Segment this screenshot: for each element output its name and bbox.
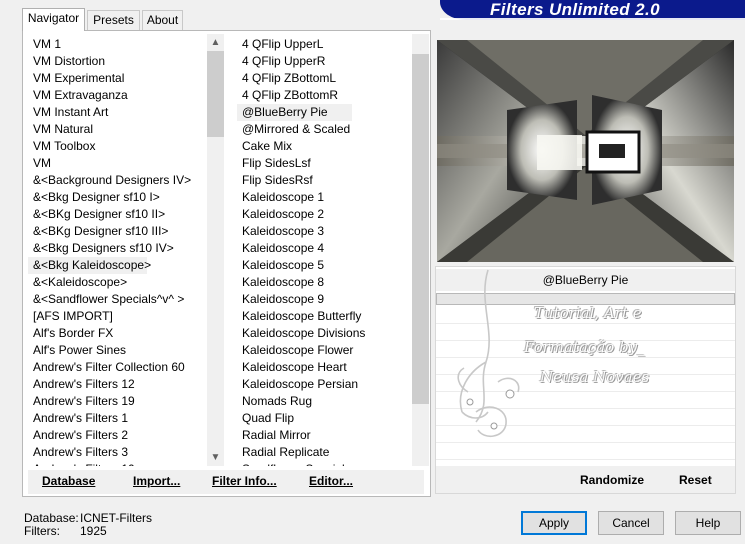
list-item[interactable]: VM Toolbox <box>28 138 207 155</box>
list-item[interactable]: &<Bkg Designer sf10 I> <box>28 189 207 206</box>
list-item[interactable]: Andrew's Filters 10 <box>28 461 207 466</box>
parameter-row <box>436 324 735 341</box>
list-item[interactable]: Kaleidoscope 9 <box>237 291 412 308</box>
list-item[interactable]: Radial Replicate <box>237 444 412 461</box>
editor-button[interactable]: Editor... <box>309 474 353 488</box>
app-title: Filters Unlimited 2.0 <box>490 0 660 19</box>
list-item[interactable]: Kaleidoscope 2 <box>237 206 412 223</box>
list-item[interactable]: Sandflower Specials <box>237 461 412 466</box>
parameter-row <box>436 358 735 375</box>
parameter-slider[interactable] <box>436 293 735 305</box>
list-item[interactable]: VM Instant Art <box>28 104 207 121</box>
list-item[interactable]: &<Kaleidoscope> <box>28 274 207 291</box>
list-item[interactable]: Radial Mirror <box>237 427 412 444</box>
list-item[interactable]: @Mirrored & Scaled <box>237 121 412 138</box>
list-item[interactable]: Alf's Power Sines <box>28 342 207 359</box>
selected-filter-name: @BlueBerry Pie <box>436 269 735 291</box>
list-item[interactable]: &<BKg Designer sf10 II> <box>28 206 207 223</box>
filters-label: Filters: <box>24 524 60 538</box>
database-button[interactable]: Database <box>42 474 95 488</box>
list-item[interactable]: &<BKg Designer sf10 III> <box>28 223 207 240</box>
scroll-up-icon[interactable]: ▲ <box>207 34 224 51</box>
list-item[interactable]: Kaleidoscope Heart <box>237 359 412 376</box>
cancel-button[interactable]: Cancel <box>598 511 664 535</box>
filters-count: 1925 <box>80 524 107 538</box>
tab-navigator[interactable]: Navigator <box>22 8 85 31</box>
list-item[interactable]: Kaleidoscope 8 <box>237 274 412 291</box>
parameter-row <box>436 443 735 460</box>
database-label: Database: <box>24 511 79 525</box>
list-item[interactable]: Andrew's Filter Collection 60 <box>28 359 207 376</box>
parameter-panel: @BlueBerry Pie Randomize Reset <box>435 266 736 494</box>
list-item[interactable]: 4 QFlip UpperL <box>237 36 412 53</box>
filter-preview <box>437 40 734 262</box>
filter-info-button[interactable]: Filter Info... <box>212 474 277 488</box>
parameter-row <box>436 426 735 443</box>
list-item[interactable]: [AFS IMPORT] <box>28 308 207 325</box>
randomize-button[interactable]: Randomize <box>580 473 644 487</box>
apply-button[interactable]: Apply <box>521 511 587 535</box>
list-item[interactable]: Flip SidesLsf <box>237 155 412 172</box>
list-item[interactable]: Alf's Border FX <box>28 325 207 342</box>
list-item[interactable]: Kaleidoscope Divisions <box>237 325 412 342</box>
parameter-row <box>436 341 735 358</box>
parameter-row <box>436 409 735 426</box>
navigator-button-bar: Database Import... Filter Info... Editor… <box>28 470 424 494</box>
list-item[interactable]: Kaleidoscope Flower <box>237 342 412 359</box>
list-item[interactable]: &<Bkg Kaleidoscope> <box>28 257 151 274</box>
parameter-row <box>436 307 735 324</box>
list-item[interactable]: 4 QFlip ZBottomR <box>237 87 412 104</box>
list-item[interactable]: Andrew's Filters 19 <box>28 393 207 410</box>
preview-image <box>437 40 734 262</box>
parameter-row <box>436 392 735 409</box>
tab-presets[interactable]: Presets <box>87 10 140 30</box>
tab-about[interactable]: About <box>142 10 183 30</box>
list-item[interactable]: &<Bkg Designers sf10 IV> <box>28 240 207 257</box>
parameter-row <box>436 375 735 392</box>
import-button[interactable]: Import... <box>133 474 180 488</box>
list-item[interactable]: Kaleidoscope 1 <box>237 189 412 206</box>
parameter-button-bar: Randomize Reset <box>436 466 735 493</box>
filter-items: 4 QFlip UpperL 4 QFlip UpperR 4 QFlip ZBot… <box>237 36 412 466</box>
list-item[interactable]: Andrew's Filters 2 <box>28 427 207 444</box>
list-item[interactable]: VM Distortion <box>28 53 207 70</box>
list-item[interactable]: &<Background Designers IV> <box>28 172 207 189</box>
filter-scroll-thumb[interactable] <box>412 54 429 404</box>
list-item[interactable]: @BlueBerry Pie <box>237 104 352 121</box>
list-item[interactable]: Kaleidoscope Butterfly <box>237 308 412 325</box>
database-value: ICNET-Filters <box>80 511 152 525</box>
list-item[interactable]: VM Natural <box>28 121 207 138</box>
list-item[interactable]: 4 QFlip ZBottomL <box>237 70 412 87</box>
list-item[interactable]: &<Sandflower Specials^v^ > <box>28 291 207 308</box>
list-item[interactable]: 4 QFlip UpperR <box>237 53 412 70</box>
list-item[interactable]: VM <box>28 155 207 172</box>
list-item[interactable]: Kaleidoscope 3 <box>237 223 412 240</box>
list-item[interactable]: Kaleidoscope 5 <box>237 257 412 274</box>
category-scroll-thumb[interactable] <box>207 51 224 137</box>
list-item[interactable]: Andrew's Filters 12 <box>28 376 207 393</box>
list-item[interactable]: VM 1 <box>28 36 207 53</box>
scroll-down-icon[interactable]: ▼ <box>207 449 224 466</box>
list-item[interactable]: Andrew's Filters 3 <box>28 444 207 461</box>
list-item[interactable]: Kaleidoscope Persian <box>237 376 412 393</box>
list-item[interactable]: Cake Mix <box>237 138 412 155</box>
list-item[interactable]: Nomads Rug <box>237 393 412 410</box>
reset-button[interactable]: Reset <box>679 473 712 487</box>
list-item[interactable]: Andrew's Filters 1 <box>28 410 207 427</box>
list-item[interactable]: VM Extravaganza <box>28 87 207 104</box>
category-list[interactable]: VM 1 VM Distortion VM Experimental VM Extra… <box>28 34 224 466</box>
filter-list[interactable]: 4 QFlip UpperL 4 QFlip UpperR 4 QFlip ZBot… <box>237 34 429 466</box>
parameter-rows <box>436 307 735 460</box>
filter-scrollbar[interactable] <box>412 34 429 466</box>
list-item[interactable]: Flip SidesRsf <box>237 172 412 189</box>
list-item[interactable]: Kaleidoscope 4 <box>237 240 412 257</box>
help-button[interactable]: Help <box>675 511 741 535</box>
category-items: VM 1 VM Distortion VM Experimental VM Extra… <box>28 36 207 466</box>
list-item[interactable]: VM Experimental <box>28 70 207 87</box>
list-item[interactable]: Quad Flip <box>237 410 412 427</box>
category-scrollbar[interactable]: ▲ ▼ <box>207 34 224 466</box>
